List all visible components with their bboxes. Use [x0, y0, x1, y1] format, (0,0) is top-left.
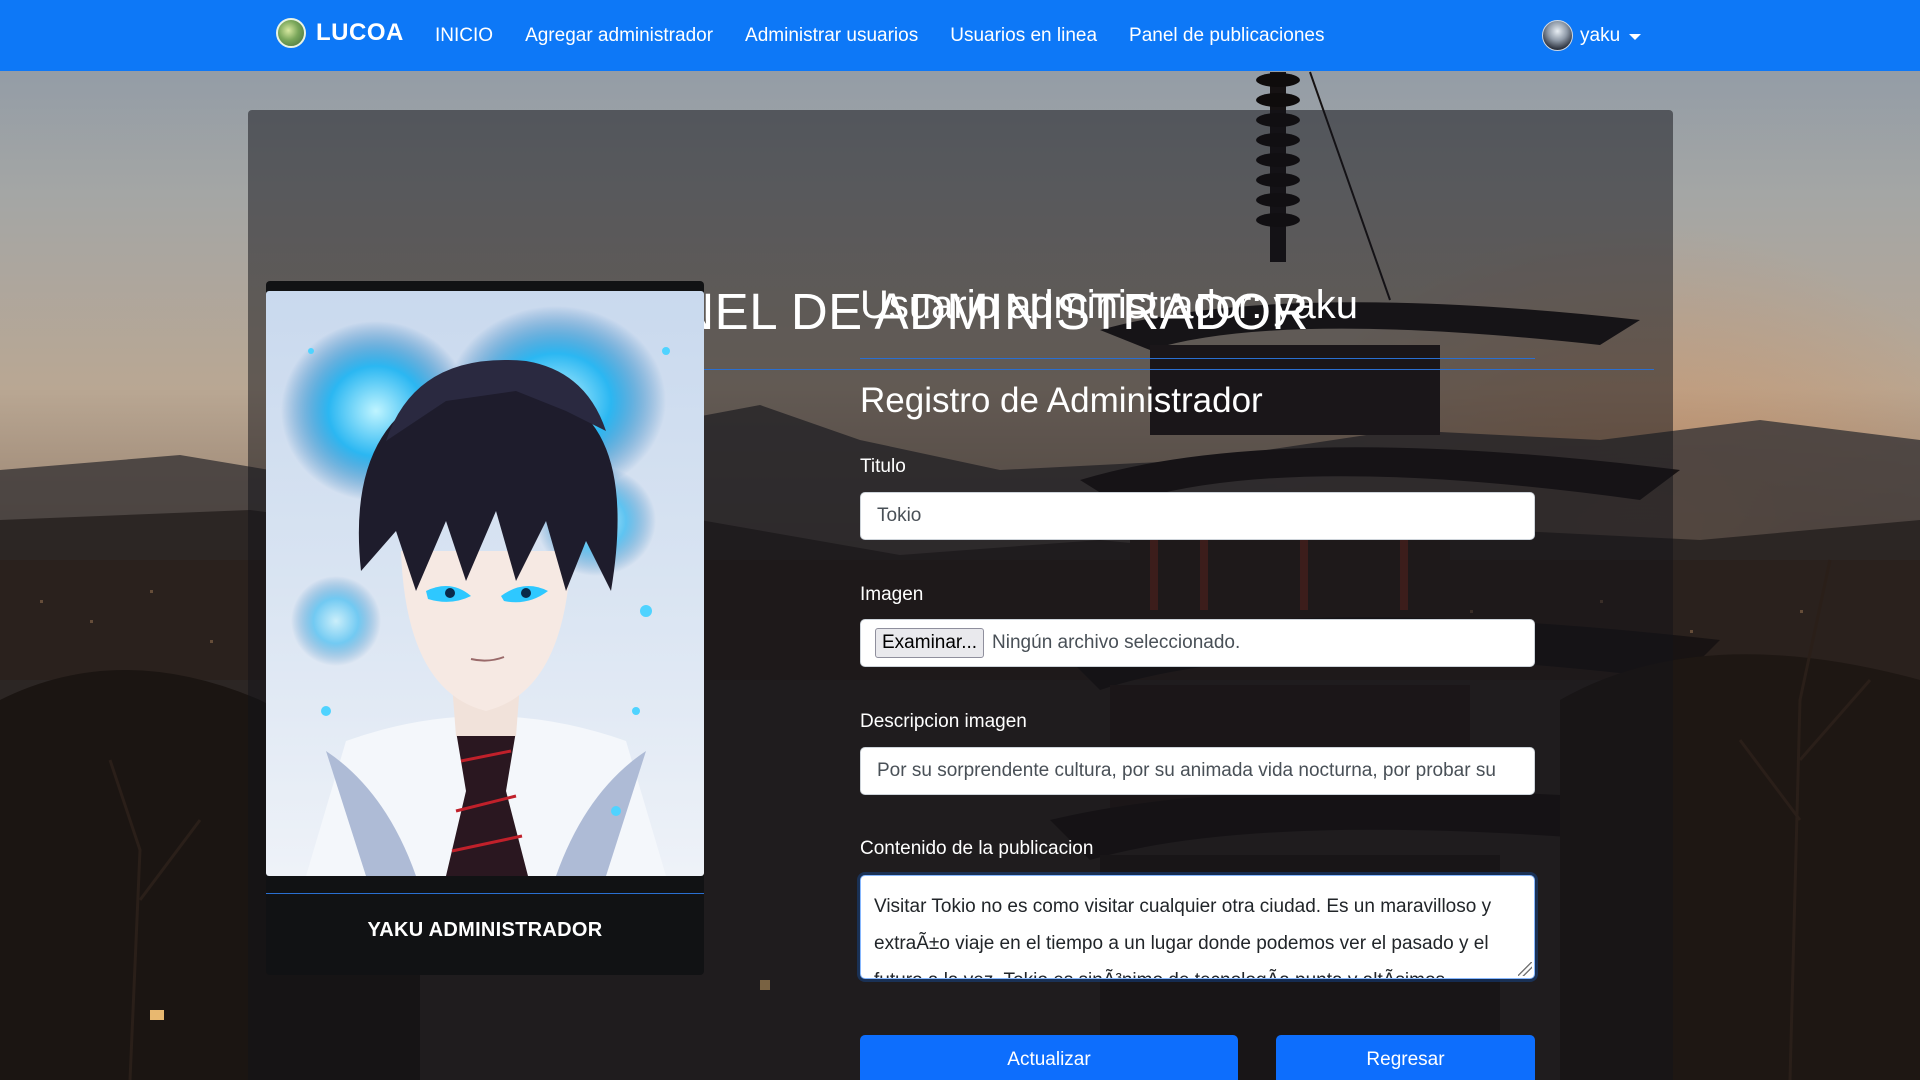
form-heading: Registro de Administrador [860, 381, 1263, 420]
titulo-label: Titulo [860, 456, 906, 477]
nav-link-inicio[interactable]: INICIO [435, 25, 493, 47]
anime-character-illustration [266, 291, 704, 876]
nav-links: INICIO Agregar administrador Administrar… [435, 0, 1356, 71]
form-divider [860, 358, 1535, 359]
nav-link-agregar-administrador[interactable]: Agregar administrador [525, 25, 713, 47]
nav-link-administrar-usuarios[interactable]: Administrar usuarios [745, 25, 918, 47]
profile-card: YAKU ADMINISTRADOR [266, 281, 704, 975]
titulo-value: Tokio [877, 505, 922, 526]
titulo-input[interactable]: Tokio [860, 492, 1535, 540]
regresar-button[interactable]: Regresar [1276, 1035, 1535, 1080]
brand-name: LUCOA [316, 19, 404, 46]
lucoa-logo-icon [276, 18, 306, 48]
nav-link-usuarios-en-linea[interactable]: Usuarios en linea [950, 25, 1097, 47]
profile-image [266, 291, 704, 876]
contenido-textarea[interactable]: Visitar Tokio no es como visitar cualqui… [860, 875, 1535, 979]
nav-link-panel-de-publicaciones[interactable]: Panel de publicaciones [1129, 25, 1324, 47]
card-divider [266, 893, 704, 894]
descripcion-value: Por su sorprendente cultura, por su anim… [877, 760, 1496, 781]
contenido-label: Contenido de la publicacion [860, 838, 1094, 859]
imagen-file-input[interactable]: Examinar... Ningún archivo seleccionado. [860, 619, 1535, 667]
browse-button[interactable]: Examinar... [875, 628, 985, 658]
actualizar-button[interactable]: Actualizar [860, 1035, 1238, 1080]
imagen-label: Imagen [860, 584, 924, 605]
user-avatar-icon [1542, 20, 1573, 51]
user-dropdown-toggle[interactable]: yaku [1542, 20, 1642, 51]
resize-grip-icon[interactable] [1518, 962, 1532, 976]
admin-user-heading: Usuario administrador: yaku [860, 283, 1358, 327]
profile-name: YAKU ADMINISTRADOR [367, 919, 603, 941]
descripcion-label: Descripcion imagen [860, 711, 1027, 732]
top-navbar: LUCOA INICIO Agregar administrador Admin… [0, 0, 1920, 71]
file-status-text: Ningún archivo seleccionado. [992, 632, 1241, 653]
brand-link[interactable]: LUCOA [276, 18, 404, 48]
contenido-value: Visitar Tokio no es como visitar cualqui… [874, 896, 1492, 978]
chevron-down-icon [1629, 33, 1642, 40]
descripcion-input[interactable]: Por su sorprendente cultura, por su anim… [860, 747, 1535, 795]
user-name: yaku [1580, 24, 1621, 46]
